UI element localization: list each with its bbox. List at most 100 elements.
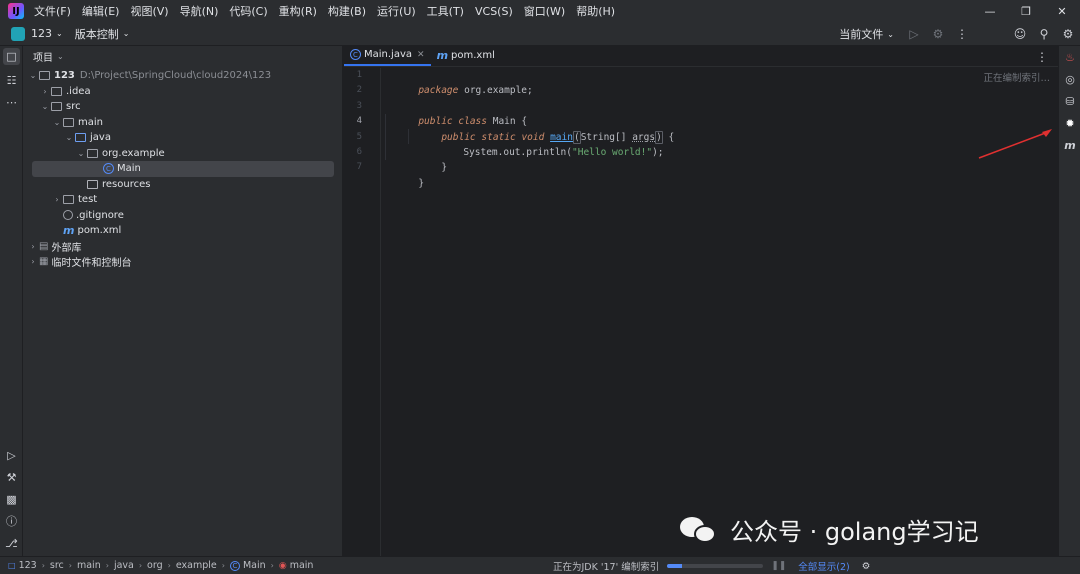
indexing-status-text[interactable]: 正在为JDK '17' 编制索引 <box>553 559 659 573</box>
tree-item-label: .idea <box>66 85 91 97</box>
tree-item-label: resources <box>102 178 151 190</box>
menu-build[interactable]: 构建(B) <box>328 3 366 19</box>
chevron-down-icon[interactable]: ⌄ <box>56 29 63 38</box>
breadcrumb-item[interactable]: src <box>50 560 64 571</box>
breadcrumb-item[interactable]: main <box>77 560 101 571</box>
structure-tool-icon[interactable]: ☷ <box>0 69 23 91</box>
chevron-down-icon[interactable]: ⌄ <box>39 102 51 111</box>
line-number-gutter[interactable]: 1 2 3 4 5 6 7 <box>344 68 381 556</box>
tree-item-main-class[interactable]: C Main <box>32 161 334 177</box>
minimize-icon[interactable]: — <box>972 0 1008 22</box>
menu-code[interactable]: 代码(C) <box>229 3 267 19</box>
breadcrumb-item[interactable]: org <box>147 560 163 571</box>
services-icon[interactable]: ▷ <box>0 444 23 466</box>
main-toolbar: 123 ⌄ 版本控制 ⌄ 当前文件 ⌄ ▷ ⚙ ⋮ ☺ ⚲ ⚙ <box>0 22 1080 46</box>
tree-item-resources[interactable]: resources <box>23 177 342 193</box>
settings-icon[interactable]: ⚙ <box>1056 22 1080 46</box>
tree-item-idea[interactable]: › .idea <box>23 84 342 100</box>
chevron-right-icon[interactable]: › <box>27 242 39 251</box>
editor-area: C Main.java ✕ m pom.xml ⋮ 正在编制索引… 1 2 3 … <box>344 46 1058 556</box>
chevron-down-icon[interactable]: ⌄ <box>27 71 39 80</box>
tree-item-scratches[interactable]: › ▦ 临时文件和控制台 <box>23 254 342 270</box>
vcs-widget[interactable]: 版本控制 <box>75 26 119 42</box>
tree-item-label: 临时文件和控制台 <box>51 258 132 270</box>
chevron-right-icon[interactable]: › <box>27 257 39 266</box>
chevron-right-icon[interactable]: › <box>39 87 51 96</box>
chevron-down-icon[interactable]: ⌄ <box>51 118 63 127</box>
menu-tools[interactable]: 工具(T) <box>427 3 464 19</box>
restore-icon[interactable]: ❐ <box>1008 0 1044 22</box>
ai-assistant-icon[interactable]: ◎ <box>1059 68 1080 90</box>
project-badge-icon[interactable] <box>11 26 25 41</box>
git-icon[interactable]: ⎇ <box>0 532 23 554</box>
tab-main-java[interactable]: C Main.java ✕ <box>344 45 431 66</box>
folder-icon <box>63 117 74 127</box>
notifications-icon[interactable]: ♨ <box>1059 46 1080 68</box>
tree-item-root[interactable]: ⌄ 123 D:\Project\SpringCloud\cloud2024\1… <box>23 68 342 84</box>
tree-item-pom[interactable]: m pom.xml <box>23 223 342 239</box>
project-panel-header[interactable]: 项目 ⌄ <box>23 46 342 66</box>
folder-icon <box>63 195 74 205</box>
tree-item-test[interactable]: › test <box>23 192 342 208</box>
breadcrumb-item[interactable]: java <box>114 560 134 571</box>
terminal-icon[interactable]: ▩ <box>0 488 23 510</box>
tree-item-label: Main <box>117 163 141 175</box>
menu-file[interactable]: 文件(F) <box>34 3 71 19</box>
intellij-logo-icon[interactable]: IJ <box>8 3 24 19</box>
breadcrumb-item[interactable]: Main <box>243 560 266 571</box>
breadcrumb-item[interactable]: 123 <box>19 560 37 571</box>
maven-icon[interactable]: m <box>1059 134 1080 156</box>
menu-view[interactable]: 视图(V) <box>130 3 168 19</box>
tree-item-gitignore[interactable]: .gitignore <box>23 208 342 224</box>
menu-vcs[interactable]: VCS(S) <box>475 5 513 18</box>
code-editor[interactable]: package org.example; public class Main {… <box>384 68 1058 556</box>
build-tool-icon[interactable]: ⚒ <box>0 466 23 488</box>
breadcrumb: □ 123 › src › main › java › org › exampl… <box>8 560 313 571</box>
chevron-down-icon[interactable]: ⌄ <box>57 52 64 61</box>
more-actions-icon[interactable]: ⋮ <box>950 22 974 46</box>
menu-help[interactable]: 帮助(H) <box>576 3 615 19</box>
problems-icon[interactable]: ⓘ <box>0 510 23 532</box>
chevron-down-icon[interactable]: ⌄ <box>75 149 87 158</box>
settings-icon[interactable]: ⚙ <box>862 561 871 572</box>
chevron-down-icon[interactable]: ⌄ <box>63 133 75 142</box>
more-tabs-icon[interactable]: ⋮ <box>1036 50 1048 64</box>
run-config-selector[interactable]: 当前文件 <box>839 26 883 42</box>
run-icon[interactable]: ▷ <box>902 22 926 46</box>
chevron-down-icon[interactable]: ⌄ <box>887 30 894 39</box>
chevron-down-icon[interactable]: ⌄ <box>123 29 130 38</box>
database-icon[interactable]: ⛁ <box>1059 90 1080 112</box>
close-icon[interactable]: ✕ <box>417 50 425 60</box>
breadcrumb-item[interactable]: example <box>176 560 217 571</box>
chevron-right-icon[interactable]: › <box>51 195 63 204</box>
add-user-icon[interactable]: ☺ <box>1008 22 1032 46</box>
tree-item-external-libraries[interactable]: › ▤ 外部库 <box>23 239 342 255</box>
pause-icon[interactable]: ❚❚ <box>771 561 786 571</box>
menu-run[interactable]: 运行(U) <box>377 3 416 19</box>
chevron-right-icon: › <box>167 561 171 570</box>
show-all-tasks-link[interactable]: 全部显示(2) <box>798 559 849 573</box>
more-tools-icon[interactable]: ⋯ <box>0 91 23 113</box>
menu-edit[interactable]: 编辑(E) <box>82 3 120 19</box>
breadcrumb-item[interactable]: main <box>290 560 314 571</box>
debug-icon[interactable]: ⚙ <box>926 22 950 46</box>
menu-refactor[interactable]: 重构(R) <box>279 3 317 19</box>
chevron-right-icon: › <box>68 561 72 570</box>
background-tasks: 正在为JDK '17' 编制索引 ❚❚ 全部显示(2) ⚙ <box>553 557 870 574</box>
tree-item-label: 外部库 <box>51 242 82 254</box>
project-tool-icon[interactable]: □ <box>3 48 20 65</box>
tree-item-main[interactable]: ⌄ main <box>23 115 342 131</box>
menu-window[interactable]: 窗口(W) <box>524 3 565 19</box>
close-icon[interactable]: ✕ <box>1044 0 1080 22</box>
tree-item-src[interactable]: ⌄ src <box>23 99 342 115</box>
tab-pom-xml[interactable]: m pom.xml <box>431 45 501 66</box>
project-selector[interactable]: 123 <box>31 27 52 40</box>
menu-navigate[interactable]: 导航(N) <box>180 3 219 19</box>
annotation-arrow <box>978 129 1052 159</box>
tree-item-package[interactable]: ⌄ org.example <box>23 146 342 162</box>
plugin-icon[interactable]: ✹ <box>1059 112 1080 134</box>
tree-item-label: java <box>90 132 111 144</box>
search-icon[interactable]: ⚲ <box>1032 22 1056 46</box>
tree-item-java[interactable]: ⌄ java <box>23 130 342 146</box>
chevron-right-icon: › <box>41 561 45 570</box>
